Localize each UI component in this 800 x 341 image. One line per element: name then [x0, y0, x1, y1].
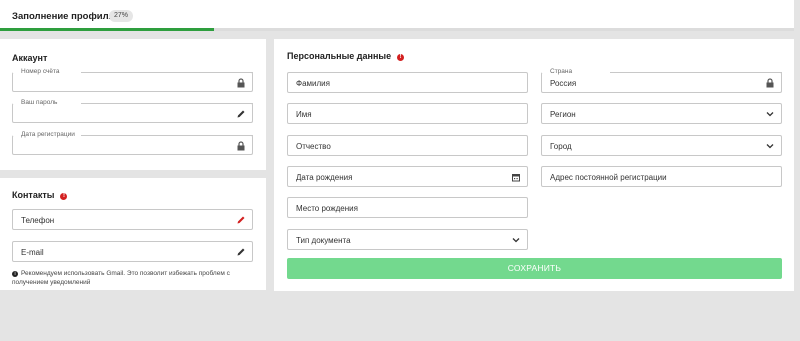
chevron-down-icon [512, 238, 520, 243]
lock-icon [237, 141, 245, 151]
personal-title: Персональные данные! [287, 51, 405, 61]
registration-date-field[interactable]: Дата регистрации [12, 131, 253, 155]
progress-badge: 27% [109, 10, 134, 22]
address-field[interactable]: Адрес постоянной регистрации [541, 166, 782, 187]
name-placeholder: Имя [296, 110, 312, 119]
name-field[interactable]: Имя [287, 103, 528, 124]
pencil-icon[interactable] [236, 109, 246, 119]
address-placeholder: Адрес постоянной регистрации [550, 173, 667, 182]
surname-placeholder: Фамилия [296, 79, 330, 88]
info-icon[interactable]: ! [397, 54, 405, 61]
lock-icon [237, 78, 245, 88]
progress-bar-fill [0, 28, 215, 31]
email-field[interactable]: E-mail [12, 241, 253, 262]
note-text: Рекомендуем использовать Gmail. Это позв… [12, 270, 230, 286]
document-type-select[interactable]: Тип документа [287, 229, 528, 250]
contacts-title: Контакты! [12, 190, 68, 200]
save-button[interactable]: СОХРАНИТЬ [287, 258, 782, 279]
account-title: Аккаунт [12, 53, 48, 63]
city-placeholder: Город [550, 142, 572, 151]
password-label: Ваш пароль [19, 99, 60, 106]
info-icon: i [12, 271, 18, 277]
birthdate-field[interactable]: Дата рождения [287, 166, 528, 187]
birthdate-placeholder: Дата рождения [296, 173, 353, 182]
calendar-icon[interactable] [511, 172, 521, 182]
pencil-icon[interactable] [236, 215, 246, 225]
chevron-down-icon [766, 112, 774, 117]
pencil-icon[interactable] [236, 247, 246, 257]
account-number-field[interactable]: Номер счёта [12, 68, 253, 92]
country-value: Россия [550, 79, 577, 88]
password-field[interactable]: Ваш пароль [12, 99, 253, 123]
info-icon[interactable]: ! [60, 193, 68, 200]
surname-field[interactable]: Фамилия [287, 72, 528, 93]
account-card: Аккаунт Номер счёта Ваш пароль Дата реги… [0, 39, 266, 170]
contacts-title-text: Контакты [12, 190, 55, 200]
region-placeholder: Регион [550, 110, 576, 119]
account-number-label: Номер счёта [19, 68, 62, 75]
email-placeholder: E-mail [21, 248, 44, 257]
phone-placeholder: Телефон [21, 216, 55, 225]
chevron-down-icon [766, 144, 774, 149]
birthplace-field[interactable]: Место рождения [287, 197, 528, 218]
document-type-placeholder: Тип документа [296, 236, 351, 245]
region-select[interactable]: Регион [541, 103, 782, 124]
country-field[interactable]: Страна Россия [541, 68, 782, 93]
profile-progress-header: Заполнение профиля 27% [0, 0, 794, 31]
progress-bar [0, 28, 794, 31]
birthplace-placeholder: Место рождения [296, 204, 358, 213]
page-title: Заполнение профиля [12, 11, 115, 22]
lock-icon [766, 78, 774, 88]
phone-field[interactable]: Телефон [12, 209, 253, 230]
email-recommendation-note: i Рекомендуем использовать Gmail. Это поз… [12, 269, 252, 287]
city-select[interactable]: Город [541, 135, 782, 156]
country-label: Страна [548, 68, 575, 75]
patronymic-placeholder: Отчество [296, 142, 331, 151]
personal-title-text: Персональные данные [287, 51, 392, 61]
patronymic-field[interactable]: Отчество [287, 135, 528, 156]
registration-date-label: Дата регистрации [19, 131, 77, 138]
